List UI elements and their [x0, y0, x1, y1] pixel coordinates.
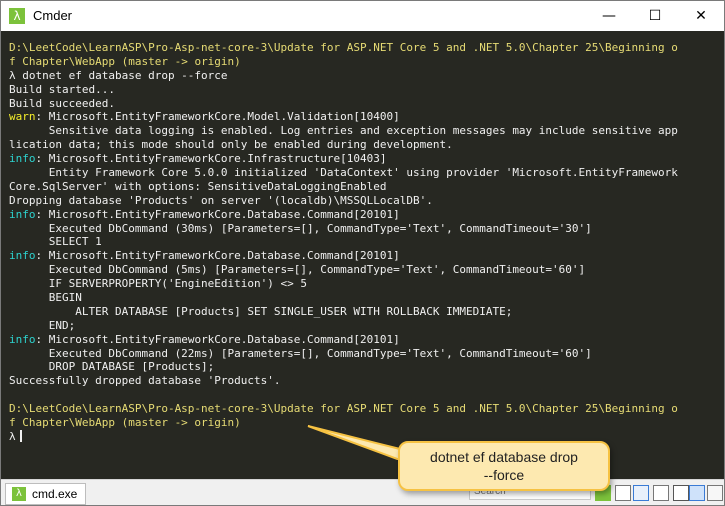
terminal-text-segment: Build started... [9, 82, 115, 96]
terminal-text-segment: Executed DbCommand (5ms) [Parameters=[],… [9, 263, 586, 277]
terminal-text-segment: : Microsoft.EntityFrameworkCore.Infrastr… [35, 152, 387, 166]
terminal-line: Build succeeded. [9, 97, 717, 111]
terminal-text-segment: : Microsoft.EntityFrameworkCore.Database… [35, 249, 400, 263]
terminal-text-segment: Entity Framework Core 5.0.0 initialized … [9, 166, 678, 180]
terminal-line: info: Microsoft.EntityFrameworkCore.Infr… [9, 152, 717, 166]
lambda-tab-icon: λ [12, 487, 26, 501]
terminal-line: info: Microsoft.EntityFrameworkCore.Data… [9, 249, 717, 263]
terminal-text-segment: (master -> origin) [121, 54, 241, 68]
maximize-button[interactable]: ☐ [632, 1, 678, 31]
terminal-text-segment: END; [9, 318, 76, 332]
title-bar[interactable]: λ Cmder — ☐ ✕ [1, 1, 724, 31]
terminal-line: info: Microsoft.EntityFrameworkCore.Data… [9, 208, 717, 222]
terminal-text-segment: D:\LeetCode\LearnASP\Pro-Asp-net-core-3\… [9, 402, 678, 416]
terminal-line: BEGIN [9, 291, 717, 305]
terminal-text-segment: : Microsoft.EntityFrameworkCore.Database… [35, 207, 400, 221]
terminal-line: Dropping database 'Products' on server '… [9, 194, 717, 208]
terminal-line: warn: Microsoft.EntityFrameworkCore.Mode… [9, 110, 717, 124]
terminal-text-segment: f Chapter\WebApp [9, 54, 122, 68]
terminal-text-segment: Build succeeded. [9, 96, 115, 110]
window-title: Cmder [33, 8, 73, 23]
terminal-text-segment: DROP DATABASE [Products]; [9, 360, 215, 374]
terminal-line: Successfully dropped database 'Products'… [9, 374, 717, 388]
settings-menu-icon[interactable] [707, 485, 723, 501]
callout-line-2: --force [483, 467, 525, 483]
terminal-line: info: Microsoft.EntityFrameworkCore.Data… [9, 333, 717, 347]
terminal-text-segment: : Microsoft.EntityFrameworkCore.Model.Va… [35, 110, 400, 124]
status-bar: λ cmd.exe [1, 479, 724, 505]
terminal-text-segment: lication data; this mode should only be … [9, 138, 453, 152]
terminal-text-segment: Successfully dropped database 'Products'… [9, 374, 281, 388]
terminal-text-segment: SELECT 1 [9, 235, 102, 249]
terminal-line: Entity Framework Core 5.0.0 initialized … [9, 166, 717, 180]
terminal-line: Build started... [9, 83, 717, 97]
terminal-line: λ dotnet ef database drop --force [9, 69, 717, 83]
terminal-line: Executed DbCommand (22ms) [Parameters=[]… [9, 347, 717, 361]
terminal-line: ALTER DATABASE [Products] SET SINGLE_USE… [9, 305, 717, 319]
terminal-line: Sensitive data logging is enabled. Log e… [9, 124, 717, 138]
terminal-text-segment: D:\LeetCode\LearnASP\Pro-Asp-net-core-3\… [9, 41, 678, 54]
terminal-line: DROP DATABASE [Products]; [9, 360, 717, 374]
terminal-text-segment: Executed DbCommand (30ms) [Parameters=[]… [9, 221, 592, 235]
terminal-text-segment: warn [9, 110, 36, 124]
terminal-text-segment: Sensitive data logging is enabled. Log e… [9, 124, 678, 138]
callout-line-1: dotnet ef database drop [430, 449, 578, 465]
terminal-text-segment: : Microsoft.EntityFrameworkCore.Database… [35, 332, 400, 346]
terminal-line: D:\LeetCode\LearnASP\Pro-Asp-net-core-3\… [9, 402, 717, 416]
dropdown-icon[interactable] [615, 485, 631, 501]
terminal-text-segment: info [9, 332, 36, 346]
annotation-callout: dotnet ef database drop --force [398, 441, 610, 491]
terminal-line: SELECT 1 [9, 235, 717, 249]
terminal-text-segment: Executed DbCommand (22ms) [Parameters=[]… [9, 346, 592, 360]
window-layout-icon[interactable] [633, 485, 649, 501]
terminal-line: IF SERVERPROPERTY('EngineEdition') <> 5 [9, 277, 717, 291]
close-button[interactable]: ✕ [678, 1, 724, 31]
terminal-line: lication data; this mode should only be … [9, 138, 717, 152]
console-tab[interactable]: λ cmd.exe [5, 483, 87, 505]
terminal-output: D:\LeetCode\LearnASP\Pro-Asp-net-core-3\… [9, 41, 717, 444]
text-cursor [19, 429, 22, 442]
split-view-icon[interactable] [653, 485, 669, 501]
terminal-text-segment: Core.SqlServer' with options: SensitiveD… [9, 179, 387, 193]
console-view-icon[interactable] [673, 485, 689, 501]
terminal-text-segment: λ dotnet ef database drop --force [9, 68, 228, 82]
terminal-line: D:\LeetCode\LearnASP\Pro-Asp-net-core-3\… [9, 41, 717, 55]
terminal-text-segment: λ [9, 429, 16, 443]
lambda-app-icon: λ [9, 8, 25, 24]
terminal-line: f Chapter\WebApp (master -> origin) [9, 55, 717, 69]
terminal-text-segment: info [9, 249, 36, 263]
active-view-icon[interactable] [689, 485, 705, 501]
terminal-console[interactable]: D:\LeetCode\LearnASP\Pro-Asp-net-core-3\… [1, 31, 724, 479]
terminal-text-segment: info [9, 152, 36, 166]
terminal-text-segment: ALTER DATABASE [Products] SET SINGLE_USE… [9, 304, 513, 318]
minimize-button[interactable]: — [586, 1, 632, 31]
terminal-text-segment: BEGIN [9, 291, 82, 305]
terminal-text-segment: IF SERVERPROPERTY('EngineEdition') <> 5 [9, 277, 308, 291]
terminal-line: END; [9, 319, 717, 333]
terminal-text-segment: info [9, 207, 36, 221]
callout-pointer [307, 425, 406, 460]
terminal-line: Core.SqlServer' with options: SensitiveD… [9, 180, 717, 194]
terminal-line: Executed DbCommand (30ms) [Parameters=[]… [9, 222, 717, 236]
terminal-text-segment: f Chapter\WebApp (master -> origin) [9, 416, 241, 430]
tab-label: cmd.exe [32, 487, 78, 501]
terminal-line: Executed DbCommand (5ms) [Parameters=[],… [9, 263, 717, 277]
terminal-text-segment: Dropping database 'Products' on server '… [9, 193, 433, 207]
